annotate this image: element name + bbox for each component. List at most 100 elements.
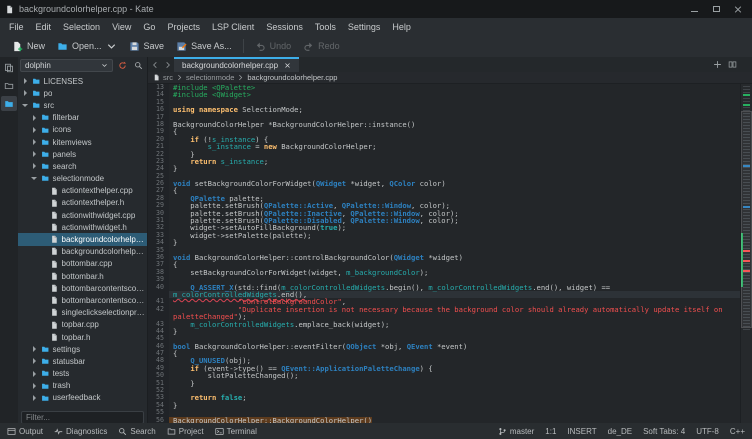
collapse-arrow-icon[interactable] xyxy=(30,177,38,180)
expand-arrow-icon[interactable] xyxy=(21,78,29,84)
tree-item-trash[interactable]: trash xyxy=(18,380,147,392)
code-line[interactable]: 53 return false; xyxy=(148,394,740,401)
documents-tool-button[interactable] xyxy=(1,60,17,75)
back-button[interactable] xyxy=(148,57,161,72)
expand-arrow-icon[interactable] xyxy=(30,139,38,145)
redo-button[interactable]: Redo xyxy=(297,38,346,55)
tree-item-src[interactable]: src xyxy=(18,99,147,111)
tree-item-bottombar-h[interactable]: bottombar.h xyxy=(18,270,147,282)
new-tab-icon[interactable] xyxy=(713,60,722,69)
menu-item-projects[interactable]: Projects xyxy=(161,20,206,34)
search-toggle-button[interactable]: Search xyxy=(118,427,155,436)
code-line[interactable]: 14#include <QWidget> xyxy=(148,91,740,98)
expand-arrow-icon[interactable] xyxy=(30,127,38,133)
breadcrumb-item-selectionmode[interactable]: selectionmode xyxy=(186,73,234,82)
tree-item-actiontexthelper-cpp[interactable]: actiontexthelper.cpp xyxy=(18,185,147,197)
tree-item-filterbar[interactable]: filterbar xyxy=(18,112,147,124)
tree-item-icons[interactable]: icons xyxy=(18,124,147,136)
code-line[interactable]: 18BackgroundColorHelper *BackgroundColor… xyxy=(148,121,740,128)
split-view-icon[interactable] xyxy=(728,60,737,69)
expand-arrow-icon[interactable] xyxy=(30,163,38,169)
tree-item-po[interactable]: po xyxy=(18,87,147,99)
tree-item-backgroundcolorhelper-cpp[interactable]: backgroundcolorhelper.cpp xyxy=(18,233,147,245)
code-line[interactable]: 36void BackgroundColorHelper::controlBac… xyxy=(148,254,740,261)
diagnostics-toggle-button[interactable]: Diagnostics xyxy=(54,427,107,436)
menu-item-help[interactable]: Help xyxy=(386,20,417,34)
expand-arrow-icon[interactable] xyxy=(30,346,38,352)
status-master[interactable]: master xyxy=(498,427,534,436)
open-button[interactable]: Open... xyxy=(51,38,123,55)
status-1-1[interactable]: 1:1 xyxy=(545,427,556,436)
tree-item-statusbar[interactable]: statusbar xyxy=(18,355,147,367)
tree-item-backgroundcolorhelper-h[interactable]: backgroundcolorhelper.h xyxy=(18,246,147,258)
minimap-scrollbar[interactable] xyxy=(740,84,752,423)
file-browser-tool-button[interactable] xyxy=(1,78,17,93)
status-insert[interactable]: INSERT xyxy=(567,427,596,436)
forward-button[interactable] xyxy=(161,57,174,72)
breadcrumb-item-src[interactable]: src xyxy=(163,73,173,82)
close-window-icon[interactable] xyxy=(732,3,744,15)
breadcrumb-item-backgroundcolorhelper-cpp[interactable]: backgroundcolorhelper.cpp xyxy=(247,73,337,82)
menu-item-edit[interactable]: Edit xyxy=(30,20,58,34)
tree-item-topbar-cpp[interactable]: topbar.cpp xyxy=(18,319,147,331)
expand-arrow-icon[interactable] xyxy=(30,395,38,401)
code-area[interactable]: 13#include <QPalette>14#include <QWidget… xyxy=(148,84,740,423)
tree-item-actionwithwidget-cpp[interactable]: actionwithwidget.cpp xyxy=(18,209,147,221)
tree-item-bottombarcontentscontainer-cpp[interactable]: bottombarcontentscontainer.cpp xyxy=(18,282,147,294)
project-selector[interactable]: dolphin xyxy=(20,59,113,72)
status-c[interactable]: C++ xyxy=(730,427,745,436)
tree-item-licenses[interactable]: LICENSES xyxy=(18,75,147,87)
project-search-button[interactable] xyxy=(131,59,145,73)
code-line[interactable]: 33 widget->setPalette(palette); xyxy=(148,232,740,239)
code-line[interactable]: 24} xyxy=(148,165,740,172)
status-utf-8[interactable]: UTF-8 xyxy=(696,427,719,436)
save-button[interactable]: Save xyxy=(123,38,171,55)
menu-item-go[interactable]: Go xyxy=(137,20,161,34)
tab-backgroundcolorhelper[interactable]: backgroundcolorhelper.cpp xyxy=(174,57,299,72)
code-line[interactable]: 43 m_colorControlledWidgets.emplace_back… xyxy=(148,321,740,328)
menu-item-file[interactable]: File xyxy=(3,20,30,34)
code-line[interactable]: 54} xyxy=(148,402,740,409)
menu-item-tools[interactable]: Tools xyxy=(309,20,342,34)
menu-item-sessions[interactable]: Sessions xyxy=(260,20,309,34)
expand-arrow-icon[interactable] xyxy=(30,371,38,377)
code-line[interactable]: 46bool BackgroundColorHelper::eventFilte… xyxy=(148,343,740,350)
code-line[interactable]: 23 return s_instance; xyxy=(148,158,740,165)
tree-item-selectionmode[interactable]: selectionmode xyxy=(18,173,147,185)
expand-arrow-icon[interactable] xyxy=(30,383,38,389)
save-as-button[interactable]: Save As... xyxy=(170,38,238,55)
maximize-icon[interactable] xyxy=(710,3,722,15)
tree-item-panels[interactable]: panels xyxy=(18,148,147,160)
tree-item-actiontexthelper-h[interactable]: actiontexthelper.h xyxy=(18,197,147,209)
tree-item-actionwithwidget-h[interactable]: actionwithwidget.h xyxy=(18,221,147,233)
minimap-viewport[interactable] xyxy=(741,111,752,328)
code-line[interactable]: 16using namespace SelectionMode; xyxy=(148,106,740,113)
undo-button[interactable]: Undo xyxy=(249,38,298,55)
tree-item-search[interactable]: search xyxy=(18,160,147,172)
new-button[interactable]: New xyxy=(6,38,51,55)
tree-item-userfeedback[interactable]: userfeedback xyxy=(18,392,147,404)
menu-item-selection[interactable]: Selection xyxy=(57,20,106,34)
output-toggle-button[interactable]: Output xyxy=(7,427,43,436)
menu-item-lsp-client[interactable]: LSP Client xyxy=(206,20,260,34)
collapse-arrow-icon[interactable] xyxy=(21,104,29,107)
terminal-toggle-button[interactable]: Terminal xyxy=(215,427,257,436)
minimize-icon[interactable] xyxy=(688,3,700,15)
tree-item-tests[interactable]: tests xyxy=(18,368,147,380)
status-soft-tabs-4[interactable]: Soft Tabs: 4 xyxy=(643,427,685,436)
reload-project-button[interactable] xyxy=(115,59,129,73)
code-line[interactable]: 50 slotPaletteChanged(); xyxy=(148,372,740,379)
expand-arrow-icon[interactable] xyxy=(30,151,38,157)
code-line[interactable]: 44} xyxy=(148,328,740,335)
tree-item-topbar-h[interactable]: topbar.h xyxy=(18,331,147,343)
code-line[interactable]: 51 } xyxy=(148,380,740,387)
tree-item-bottombar-cpp[interactable]: bottombar.cpp xyxy=(18,258,147,270)
tab-close-icon[interactable] xyxy=(284,62,291,69)
tree-item-bottombarcontentscontainer-h[interactable]: bottombarcontentscontainer.h xyxy=(18,294,147,306)
tree-item-singleclickselectionproxystyle-h[interactable]: singleclickselectionproxystyle.h xyxy=(18,307,147,319)
tree-item-kitemviews[interactable]: kitemviews xyxy=(18,136,147,148)
code-line[interactable]: 21 s_instance = new BackgroundColorHelpe… xyxy=(148,143,740,150)
expand-arrow-icon[interactable] xyxy=(30,115,38,121)
menu-item-settings[interactable]: Settings xyxy=(342,20,387,34)
menu-item-view[interactable]: View xyxy=(106,20,137,34)
